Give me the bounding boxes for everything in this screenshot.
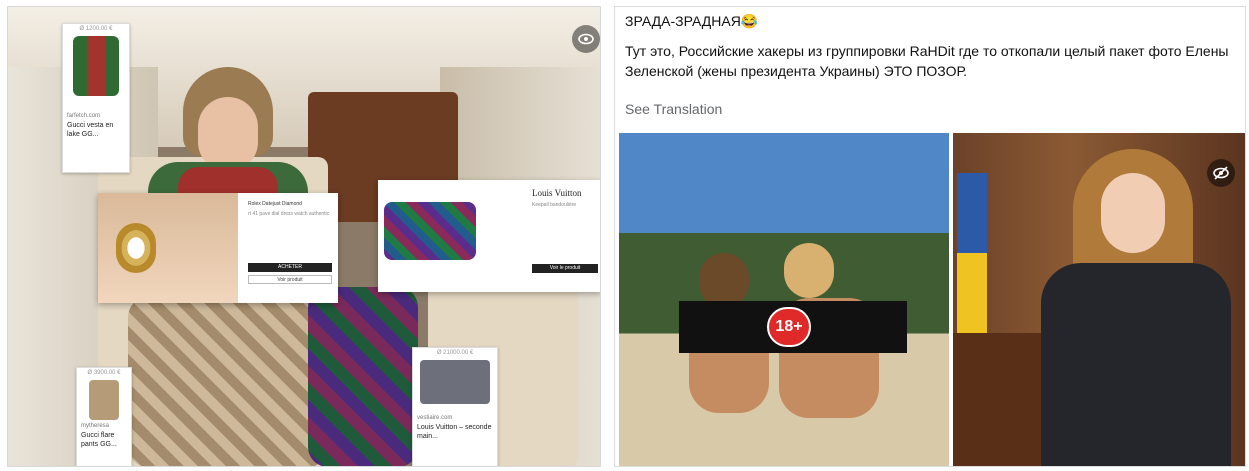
left-photo-panel: Ø 1200.00 € farfetch.com Gucci vesta en … [7,6,601,467]
tag-name: Gucci flare pants GG... [81,432,117,448]
tag-site: mytheresa [81,423,110,429]
social-post: ЗРАДА-ЗРАДНАЯ😂 Тут это, Российские хакер… [614,6,1246,467]
product-tag-pants[interactable]: Ø 3900.00 € mytheresa Gucci flare pants … [76,367,132,466]
bag-photo [384,202,476,260]
age-restriction-badge: 18+ [767,307,811,347]
pants-thumbnail [89,380,119,420]
tag-name: Gucci vesta en lake GG... [67,122,114,138]
tag-site: vestiaire.com [417,415,453,421]
tag-site: farfetch.com [67,113,101,119]
watch-title: Rolex Datejust Diamond [248,201,302,207]
eye-off-icon[interactable] [1207,159,1235,187]
bag-desc: Keepall bandoulière [532,202,577,208]
woman-portrait [1041,263,1231,466]
bag-title: Louis Vuitton [532,188,582,198]
post-body: Тут это, Российские хакеры из группировк… [625,43,1229,79]
watch-view-button[interactable]: Voir produit [248,275,332,284]
product-tag-jacket[interactable]: Ø 1200.00 € farfetch.com Gucci vesta en … [62,23,130,173]
flag-icon [957,173,987,333]
bag-view-button[interactable]: Voir le produit [532,264,598,273]
watch-product-card[interactable]: Rolex Datejust Diamond rt 41 pave dial d… [98,193,338,303]
post-photo-portrait[interactable] [953,133,1245,466]
post-title: ЗРАДА-ЗРАДНАЯ😂 [625,13,759,29]
bag-product-card[interactable]: Louis Vuitton Keepall bandoulière Voir l… [378,180,600,292]
tag-price: Ø 21000.00 € [436,350,474,356]
jacket-thumbnail [73,36,119,96]
see-translation-link[interactable]: See Translation [625,101,722,117]
product-tag-bag[interactable]: Ø 21000.00 € vestiaire.com Louis Vuitton… [412,347,498,466]
watch-icon [116,223,156,273]
tag-name: Louis Vuitton – seconde main... [417,424,492,440]
tag-price: Ø 3900.00 € [87,370,121,376]
watch-desc: rt 41 pave dial dress watch authentic [248,211,330,217]
bag-thumbnail [420,360,490,404]
watch-photo [98,193,238,303]
eye-icon[interactable] [572,25,600,53]
post-photo-beach[interactable]: 18+ [619,133,949,466]
monogram-bag [308,287,418,466]
tag-price: Ø 1200.00 € [79,26,113,32]
watch-buy-button[interactable]: ACHETER [248,263,332,272]
